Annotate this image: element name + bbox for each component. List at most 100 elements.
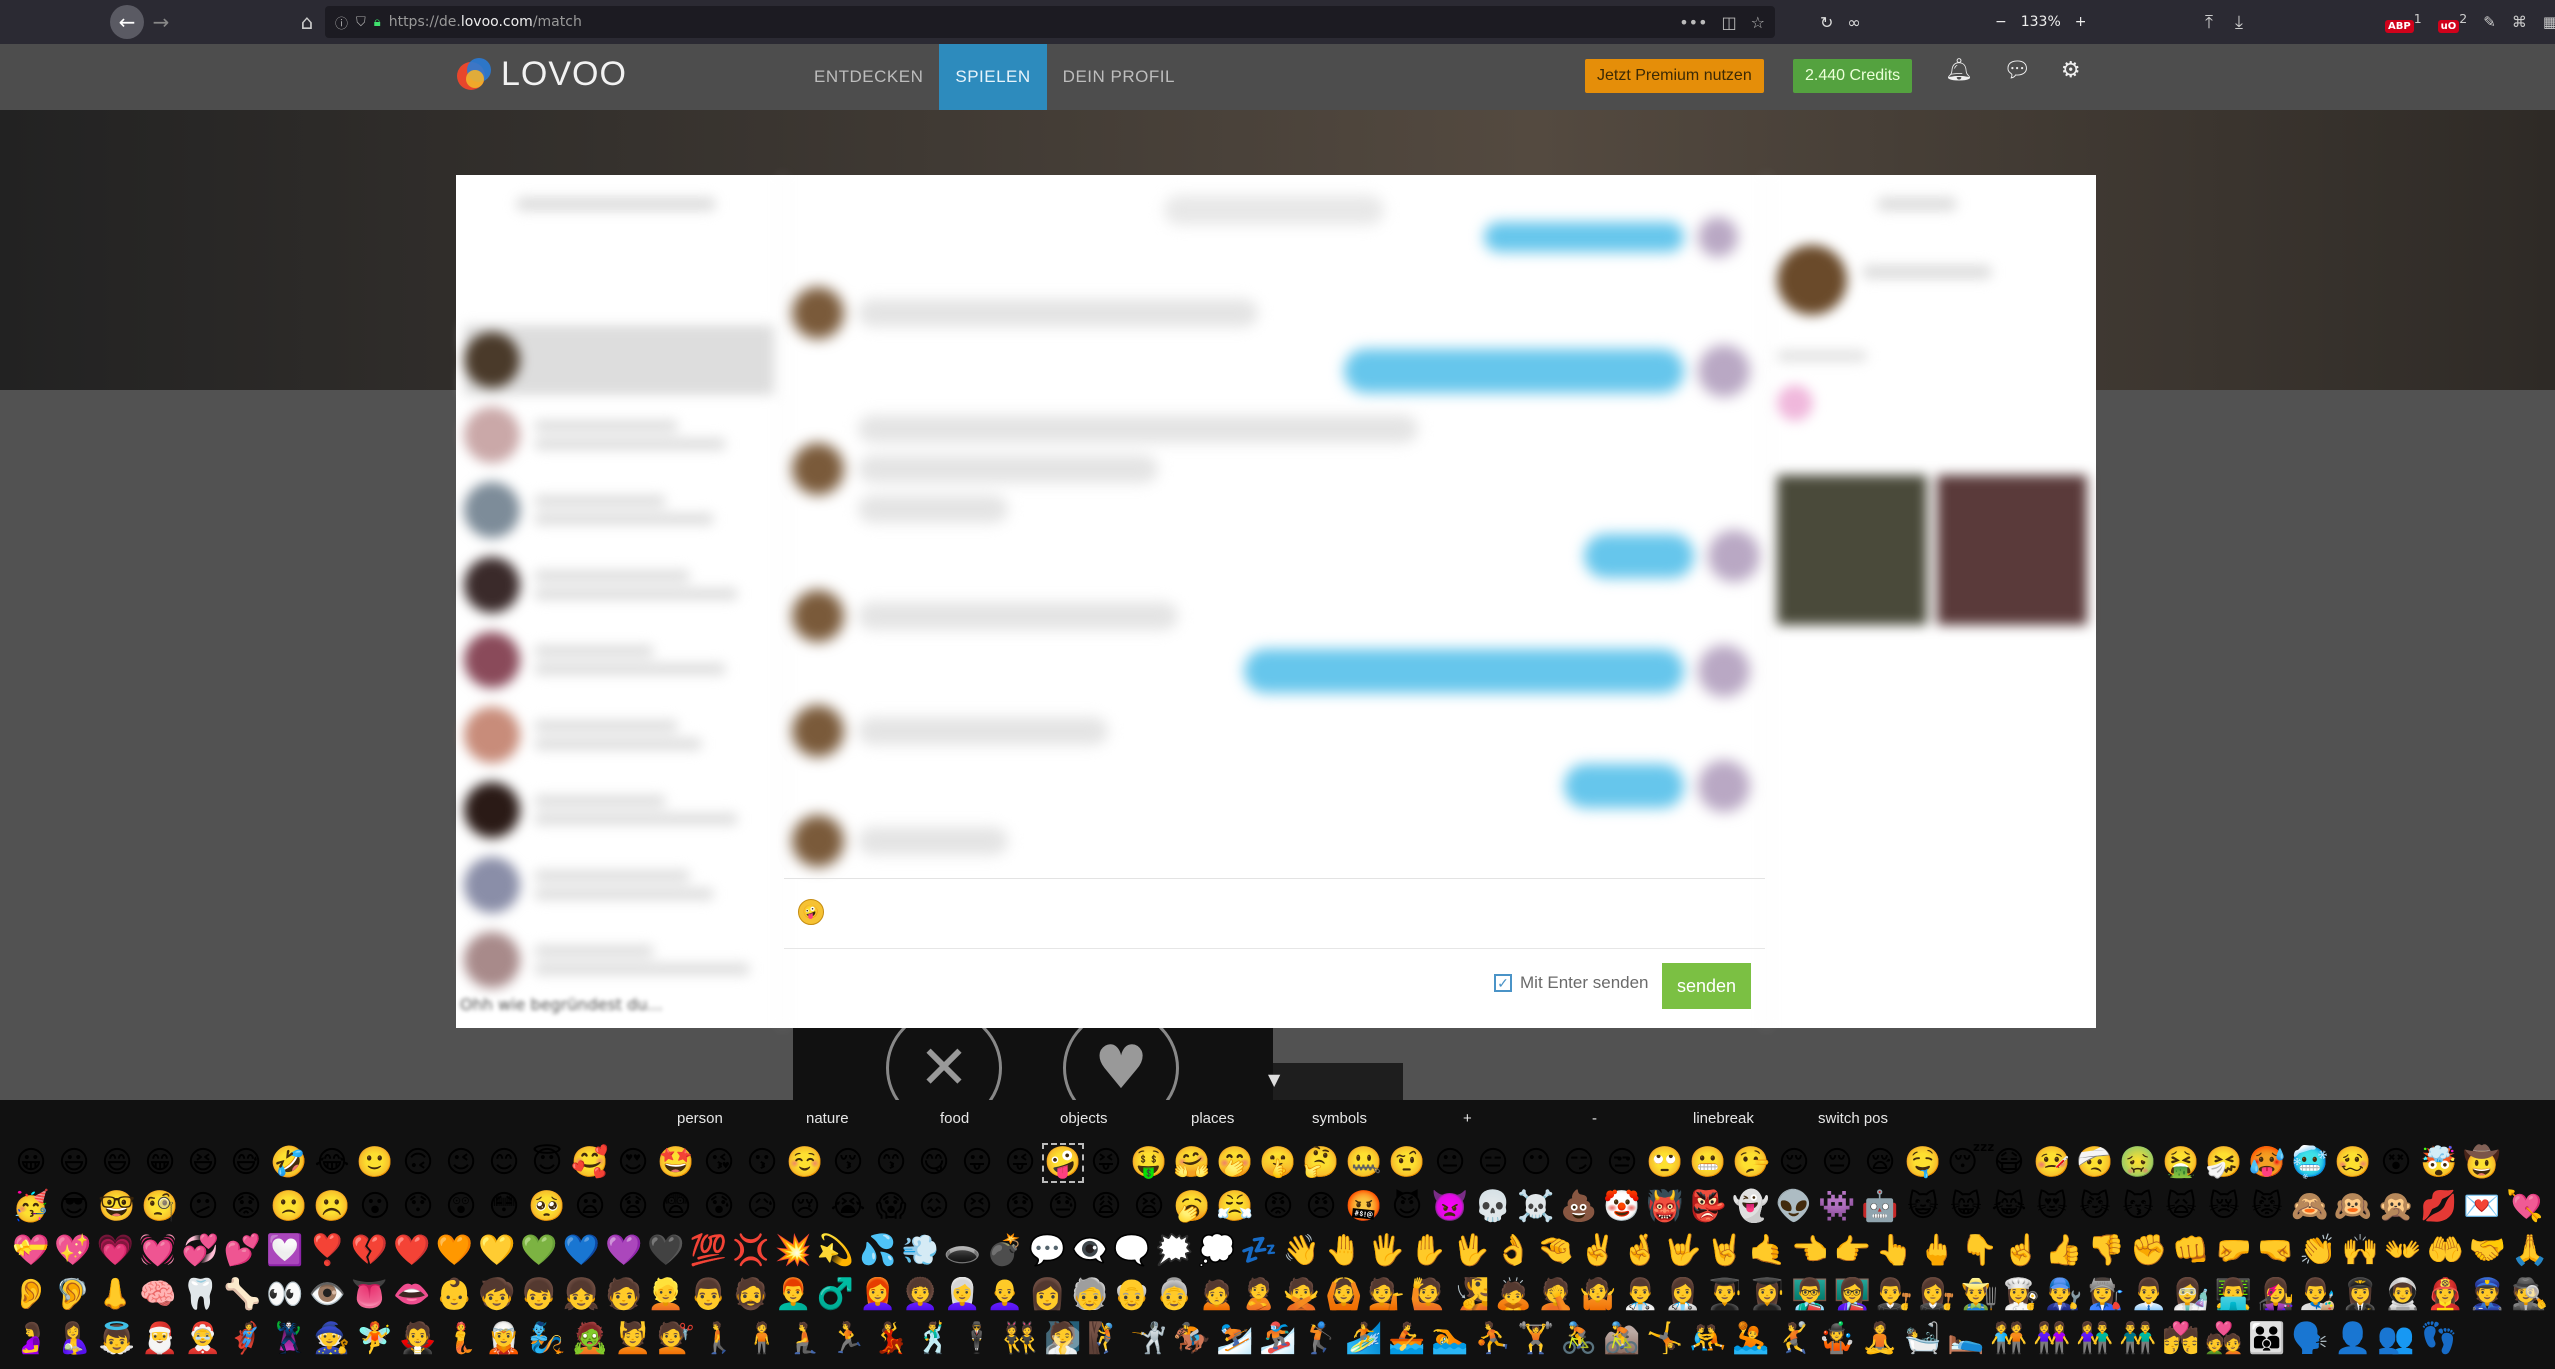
emoji-tab-person[interactable]: person: [677, 1110, 723, 1127]
emoji-tab-symbols[interactable]: symbols: [1312, 1110, 1367, 1127]
emoji-key[interactable]: 🧓: [1071, 1277, 1108, 1313]
bookmark-star-icon[interactable]: ☆: [1751, 13, 1765, 32]
emoji-key[interactable]: 🥶: [2291, 1145, 2329, 1181]
emoji-key[interactable]: 😚: [829, 1145, 867, 1181]
emoji-key[interactable]: 😤: [1216, 1189, 1254, 1225]
emoji-key[interactable]: 👵: [1156, 1277, 1193, 1313]
emoji-key[interactable]: 🛌: [1947, 1321, 1985, 1357]
emoji-key[interactable]: 😭: [829, 1189, 867, 1225]
more-icon[interactable]: •••: [1679, 13, 1707, 32]
emoji-key[interactable]: 💫: [817, 1233, 854, 1269]
emoji-key[interactable]: 👨‍💼: [2130, 1277, 2167, 1313]
conversation-item[interactable]: [464, 850, 774, 920]
emoji-key[interactable]: 😈: [1388, 1189, 1426, 1225]
emoji-key[interactable]: 🤏: [1537, 1233, 1574, 1269]
emoji-key[interactable]: 👭: [2033, 1321, 2071, 1357]
zoom-out-button[interactable]: −: [1995, 14, 2007, 30]
emoji-key[interactable]: 👩‍🍳: [2003, 1277, 2040, 1313]
emoji-key[interactable]: 🤑: [1130, 1145, 1168, 1181]
url-text[interactable]: https://de.lovoo.com/match: [389, 14, 582, 30]
emoji-key[interactable]: 👇: [1961, 1233, 1998, 1269]
emoji-key[interactable]: 😓: [1044, 1189, 1082, 1225]
emoji-key[interactable]: 🧑‍🤝‍🧑: [1990, 1321, 2028, 1357]
emoji-key[interactable]: 🤗: [1173, 1145, 1211, 1181]
emoji-key[interactable]: 😡: [1259, 1189, 1297, 1225]
emoji-key[interactable]: 🙊: [2377, 1189, 2415, 1225]
extension-abp-icon[interactable]: ABP1: [2385, 11, 2422, 33]
emoji-key[interactable]: ❣️: [309, 1233, 346, 1269]
emoji-key[interactable]: 🖖: [1452, 1233, 1489, 1269]
emoji-key[interactable]: 😬: [1689, 1145, 1727, 1181]
emoji-key[interactable]: 🏋️: [1517, 1321, 1555, 1357]
emoji-key[interactable]: 🙁: [270, 1189, 308, 1225]
emoji-key[interactable]: 🤥: [1732, 1145, 1770, 1181]
emoji-key[interactable]: 👨‍🔧: [2045, 1277, 2082, 1313]
emoji-key[interactable]: 🤭: [1216, 1145, 1254, 1181]
emoji-key[interactable]: 🤰: [12, 1321, 50, 1357]
emoji-key[interactable]: 😁: [141, 1145, 179, 1181]
emoji-key[interactable]: ♂️: [817, 1277, 854, 1313]
emoji-key[interactable]: 💋: [2420, 1189, 2458, 1225]
emoji-key[interactable]: 🙃: [399, 1145, 437, 1181]
emoji-key[interactable]: 👱: [647, 1277, 684, 1313]
emoji-key[interactable]: 😝: [1087, 1145, 1125, 1181]
emoji-key[interactable]: 🙏: [2511, 1233, 2548, 1269]
emoji-key[interactable]: 💤: [1240, 1233, 1277, 1269]
emoji-key[interactable]: 😣: [958, 1189, 996, 1225]
emoji-key[interactable]: 😗: [743, 1145, 781, 1181]
emoji-key[interactable]: 💗: [97, 1233, 134, 1269]
emoji-key[interactable]: 🚣: [1388, 1321, 1426, 1357]
emoji-key[interactable]: ☠️: [1517, 1189, 1555, 1225]
emoji-key[interactable]: 👆: [1876, 1233, 1913, 1269]
emoji-key[interactable]: 👪: [2248, 1321, 2286, 1357]
emoji-key[interactable]: 🙌: [2342, 1233, 2379, 1269]
emoji-key[interactable]: 🙇: [1495, 1277, 1532, 1313]
emoji-key[interactable]: 🧔: [732, 1277, 769, 1313]
emoji-key[interactable]: ☹️: [313, 1189, 351, 1225]
emoji-key[interactable]: 💥: [774, 1233, 811, 1269]
emoji-key[interactable]: 👩‍🏭: [2088, 1277, 2125, 1313]
emoji-key[interactable]: 💃: [872, 1321, 910, 1357]
emoji-key[interactable]: 😼: [2076, 1189, 2114, 1225]
emoji-key[interactable]: 👩‍🏫: [1833, 1277, 1870, 1313]
emoji-key[interactable]: 🕳️: [944, 1233, 981, 1269]
emoji-key[interactable]: 👧: [563, 1277, 600, 1313]
premium-button[interactable]: Jetzt Premium nutzen: [1585, 59, 1764, 93]
emoji-key[interactable]: 🤼: [1689, 1321, 1727, 1357]
emoji-key[interactable]: 👨‍🦰: [774, 1277, 811, 1313]
emoji-key[interactable]: 😞: [1001, 1189, 1039, 1225]
emoji-key[interactable]: 👽: [1775, 1189, 1813, 1225]
emoji-key[interactable]: 😂: [313, 1145, 351, 1181]
emoji-key[interactable]: 😻: [2033, 1189, 2071, 1225]
emoji-key[interactable]: 👥: [2377, 1321, 2415, 1357]
emoji-key[interactable]: 👯: [1001, 1321, 1039, 1357]
emoji-key[interactable]: 🧘: [1861, 1321, 1899, 1357]
emoji-key[interactable]: 🥵: [2248, 1145, 2286, 1181]
bell-icon[interactable]: 🔔︎: [1945, 58, 1973, 83]
emoji-key[interactable]: 🤒: [2033, 1145, 2071, 1181]
zoom-level[interactable]: 133%: [2021, 14, 2061, 30]
emoji-key[interactable]: 😾: [2248, 1189, 2286, 1225]
emoji-key[interactable]: ☝️: [2003, 1233, 2040, 1269]
emoji-key[interactable]: 🙆: [1325, 1277, 1362, 1313]
emoji-key[interactable]: ✋: [1410, 1233, 1447, 1269]
emoji-key[interactable]: 😴: [1947, 1145, 1995, 1181]
emoji-key[interactable]: 🙉: [2334, 1189, 2372, 1225]
emoji-key[interactable]: 😘: [700, 1145, 738, 1181]
emoji-key[interactable]: 🤟: [1664, 1233, 1701, 1269]
emoji-key[interactable]: 😀: [12, 1145, 50, 1181]
emoji-key[interactable]: 🙋: [1410, 1277, 1447, 1313]
emoji-key[interactable]: 💭: [1198, 1233, 1235, 1269]
emoji-key[interactable]: 👺: [1689, 1189, 1727, 1225]
emoji-key[interactable]: 🧠: [139, 1277, 176, 1313]
emoji-key[interactable]: 🕺: [915, 1321, 953, 1357]
download-icon[interactable]: ⤓: [2235, 12, 2243, 33]
emoji-key[interactable]: 👩‍🦲: [986, 1277, 1023, 1313]
emoji-key[interactable]: 🧙: [313, 1321, 351, 1357]
emoji-key[interactable]: 🧟: [571, 1321, 609, 1357]
home-icon[interactable]: ⌂: [290, 5, 324, 39]
conversation-item[interactable]: [464, 325, 774, 395]
emoji-key[interactable]: 🚶: [700, 1321, 738, 1357]
emoji-key[interactable]: 👃: [97, 1277, 134, 1313]
emoji-key[interactable]: 🤲: [2426, 1233, 2463, 1269]
